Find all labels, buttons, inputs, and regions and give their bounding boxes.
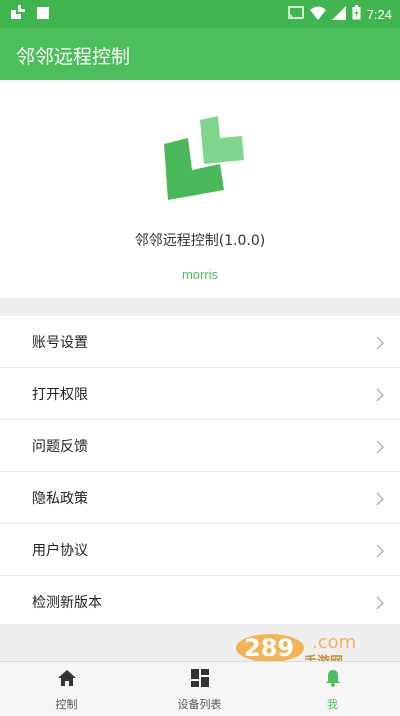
page-title: 邻邻远程控制 — [16, 46, 131, 68]
battery-icon — [352, 4, 361, 24]
menu-item-label: 账号设置 — [32, 335, 88, 351]
profile-section: 邻邻远程控制(1.0.0) morris — [0, 80, 400, 298]
tab-label: 设备列表 — [177, 698, 222, 711]
menu-item-feedback[interactable]: 问题反馈 — [0, 420, 400, 472]
app-bar: 邻邻远程控制 — [0, 28, 400, 80]
bottom-navigation: 控制 设备列表 我 — [0, 661, 400, 716]
chevron-right-icon — [376, 543, 385, 562]
signal-icon — [331, 5, 346, 24]
menu-item-label: 用户协议 — [32, 543, 88, 559]
menu-item-check-update[interactable]: 检测新版本 — [0, 576, 400, 627]
tab-label: 我 — [327, 698, 338, 711]
wifi-icon — [309, 5, 326, 24]
tab-device-list[interactable]: 设备列表 — [133, 662, 266, 716]
menu-item-user-agreement[interactable]: 用户协议 — [0, 524, 400, 576]
username: morris — [181, 267, 219, 282]
status-time: 7:24 — [366, 6, 392, 22]
tab-me[interactable]: 我 — [266, 662, 399, 716]
chevron-right-icon — [376, 595, 385, 614]
svg-text:.com: .com — [312, 632, 356, 653]
menu-item-label: 打开权限 — [32, 387, 88, 403]
status-bar: 7:24 — [0, 0, 400, 28]
menu-item-account-settings[interactable]: 账号设置 — [0, 316, 400, 368]
menu-item-privacy-policy[interactable]: 隐私政策 — [0, 472, 400, 524]
grid-icon — [190, 668, 210, 692]
bell-icon — [323, 668, 343, 692]
chevron-right-icon — [376, 387, 385, 406]
svg-text:289: 289 — [244, 634, 294, 662]
settings-menu: 账号设置 打开权限 问题反馈 隐私政策 用户协议 检测新版本 — [0, 316, 400, 624]
chevron-right-icon — [376, 491, 385, 510]
chevron-right-icon — [376, 439, 385, 458]
tab-control[interactable]: 控制 — [0, 662, 133, 716]
app-logo — [158, 116, 248, 206]
chevron-right-icon — [376, 335, 385, 354]
tab-label: 控制 — [55, 698, 78, 711]
menu-item-label: 问题反馈 — [32, 439, 88, 455]
menu-item-label: 检测新版本 — [32, 595, 102, 611]
menu-item-open-permissions[interactable]: 打开权限 — [0, 368, 400, 420]
menu-item-label: 隐私政策 — [32, 491, 88, 507]
cast-icon — [287, 5, 304, 24]
app-name-version: 邻邻远程控制(1.0.0) — [134, 233, 266, 249]
square-notification-icon — [36, 5, 50, 24]
home-icon — [57, 668, 77, 692]
app-notification-icon — [10, 4, 26, 24]
